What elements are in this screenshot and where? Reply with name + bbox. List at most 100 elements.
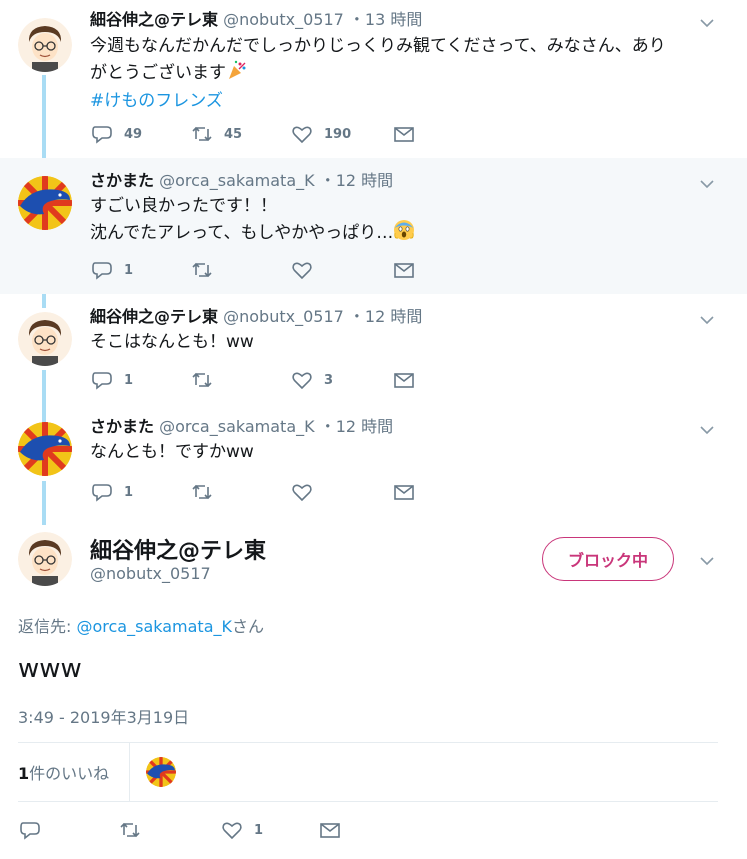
retweet-icon [192,262,212,278]
user-handle[interactable]: @nobutx_0517 [90,564,211,583]
tweet-actions: 1 [90,258,430,282]
liker-avatar[interactable] [146,757,176,787]
retweet-icon [192,372,212,388]
chevron-down-icon[interactable] [696,12,718,34]
reply-count: 1 [124,484,134,500]
avatar[interactable] [18,422,72,476]
timestamp[interactable]: 12 時間 [336,171,393,190]
like-button[interactable] [290,258,324,282]
display-name[interactable]: さかまた [90,417,154,436]
timestamp[interactable]: 12 時間 [336,417,393,436]
tweet-actions: 1 [90,480,430,504]
thread-tweet[interactable]: さかまた @orca_sakamata_K ・12 時間 すごい良かったです！！… [0,158,747,294]
avatar[interactable] [18,312,72,366]
divider [18,801,718,802]
tweet-text-line: がとうございます [90,63,226,83]
tweet-text: 今週もなんだかんだでしっかりじっくりみ観てくださって、みなさん、あり がとうござ… [90,34,666,114]
reply-button[interactable]: 1 [90,480,133,504]
mention-link[interactable]: @orca_sakamata_K [76,617,232,636]
like-count: 3 [324,372,334,388]
like-icon [222,822,242,840]
tweet-actions: 49 45 190 [90,122,430,146]
like-button[interactable]: 1 [220,818,263,842]
retweet-icon [192,126,212,142]
display-name[interactable]: 細谷伸之@テレ東 [90,533,266,565]
retweet-button[interactable] [118,818,152,842]
reply-count: 1 [124,372,134,388]
dm-button[interactable] [392,368,416,392]
tweet-actions: 1 [18,818,358,842]
display-name[interactable]: さかまた [90,171,154,190]
reply-button[interactable]: 1 [90,368,133,392]
dm-button[interactable] [392,122,416,146]
reply-to-prefix: 返信先: [18,617,77,636]
hashtag-link[interactable]: #けものフレンズ [90,89,666,114]
reply-to-suffix: さん [232,617,265,636]
likes-stat-label: 件のいいね [29,764,110,783]
user-handle[interactable]: @orca_sakamata_K [159,171,315,190]
timestamp[interactable]: 13 時間 [365,10,422,29]
like-button[interactable] [290,480,324,504]
tweet-text: なんとも！ですかww [90,440,254,465]
dm-button[interactable] [318,818,342,842]
timestamp[interactable]: 12 時間 [365,307,422,326]
like-count: 1 [254,822,264,838]
reply-button[interactable]: 49 [90,122,142,146]
retweet-button[interactable] [190,480,224,504]
retweet-icon [120,822,140,838]
like-icon [292,484,312,502]
like-count: 190 [324,126,352,142]
chevron-down-icon[interactable] [696,550,718,572]
tweet-text: www [18,654,82,684]
tweet-text-line: 今週もなんだかんだでしっかりじっくりみ観てくださって、みなさん、あり [90,36,666,56]
chevron-down-icon[interactable] [696,309,718,331]
dm-icon [320,823,340,838]
tweet-timestamp[interactable]: 3:49 - 2019年3月19日 [18,704,189,728]
tweet-text-line: そこはなんとも！ww [90,332,254,352]
chevron-down-icon[interactable] [696,419,718,441]
tweet-header: さかまた @orca_sakamata_K ・12 時間 [90,170,393,192]
reply-button[interactable]: 1 [90,258,133,282]
tweet-header: さかまた @orca_sakamata_K ・12 時間 [90,416,393,438]
dm-button[interactable] [392,480,416,504]
tweet-text: すごい良かったです！！ 沈んでたアレって、もしやかやっぱり… [90,194,415,249]
reply-to-line: 返信先: @orca_sakamata_Kさん [18,613,264,637]
tweet-text: そこはなんとも！ww [90,330,254,355]
user-handle[interactable]: @nobutx_0517 [223,10,344,29]
divider [129,743,130,801]
user-handle[interactable]: @nobutx_0517 [223,307,344,326]
like-icon [292,126,312,144]
avatar[interactable] [18,18,72,72]
avatar[interactable] [18,176,72,230]
dm-button[interactable] [392,258,416,282]
blocked-button[interactable]: ブロック中 [542,537,674,581]
chevron-down-icon[interactable] [696,173,718,195]
likes-stat[interactable]: 1件のいいね [18,760,109,784]
reply-icon [92,372,112,390]
retweet-button[interactable] [190,368,224,392]
display-name[interactable]: 細谷伸之@テレ東 [90,10,218,29]
display-name[interactable]: 細谷伸之@テレ東 [90,307,218,326]
dm-icon [394,373,414,388]
avatar[interactable] [18,532,72,586]
user-handle[interactable]: @orca_sakamata_K [159,417,315,436]
dm-icon [394,127,414,142]
like-icon [292,372,312,390]
thread-tweet[interactable]: さかまた @orca_sakamata_K ・12 時間 なんとも！ですかww … [0,406,747,518]
reply-icon [20,822,40,840]
reply-button[interactable] [18,818,52,842]
like-button[interactable]: 3 [290,368,333,392]
retweet-button[interactable] [190,258,224,282]
separator-dot: ・ [348,10,365,29]
reply-icon [92,484,112,502]
thread-tweet[interactable]: 細谷伸之@テレ東 @nobutx_0517 ・13 時間 今週もなんだかんだでし… [0,0,747,158]
tweet-actions: 1 3 [90,368,430,392]
thread-tweet[interactable]: 細谷伸之@テレ東 @nobutx_0517 ・12 時間 そこはなんとも！ww … [0,294,747,406]
retweet-icon [192,484,212,500]
dm-icon [394,263,414,278]
tweet-text-line: すごい良かったです！！ [90,196,277,216]
reply-count: 1 [124,262,134,278]
like-button[interactable]: 190 [290,122,351,146]
retweet-button[interactable]: 45 [190,122,242,146]
tweet-header: 細谷伸之@テレ東 @nobutx_0517 ・13 時間 [90,9,422,31]
